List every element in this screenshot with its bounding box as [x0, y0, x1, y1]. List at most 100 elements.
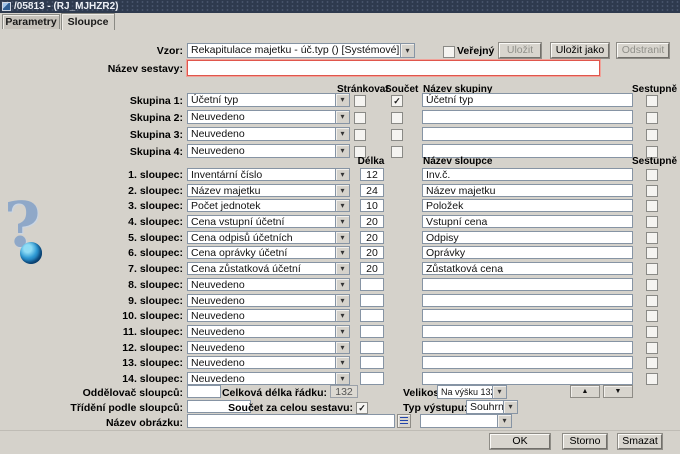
column-title-input[interactable]: Vstupní cena	[422, 215, 633, 228]
column-length-input[interactable]: 20	[360, 231, 384, 244]
sestupne-checkbox[interactable]	[646, 373, 658, 385]
column-value: Cena odpisů účetních	[188, 232, 335, 243]
column-title-input[interactable]	[422, 356, 633, 369]
column-title-input[interactable]	[422, 325, 633, 338]
group-select[interactable]: Účetní typ	[187, 93, 350, 107]
group-name-input[interactable]	[422, 127, 633, 141]
tab-parametry[interactable]: Parametry	[2, 14, 60, 29]
report-name-input[interactable]	[187, 60, 600, 76]
column-type-select[interactable]: Neuvedeno	[187, 356, 350, 369]
column-title-input[interactable]	[422, 341, 633, 354]
title-bar[interactable]: /05813 - (RJ_MJHZR2)	[0, 0, 680, 13]
move-up-button[interactable]: ▲	[570, 385, 600, 398]
column-type-select[interactable]: Cena vstupní účetní	[187, 215, 350, 228]
column-type-select[interactable]: Cena oprávky účetní	[187, 246, 350, 259]
sestupne-checkbox[interactable]	[646, 112, 658, 124]
strankovat-checkbox[interactable]	[354, 112, 366, 124]
sestupne-checkbox[interactable]	[646, 200, 658, 212]
column-length-input[interactable]	[360, 356, 384, 369]
column-title-input[interactable]: Oprávky	[422, 246, 633, 259]
column-title-input[interactable]	[422, 372, 633, 385]
group-name-input[interactable]	[422, 110, 633, 124]
column-type-select[interactable]: Neuvedeno	[187, 278, 350, 291]
column-length-input[interactable]: 10	[360, 199, 384, 212]
sestupne-checkbox[interactable]	[646, 129, 658, 141]
ok-button[interactable]: OK	[490, 434, 550, 449]
column-length-input[interactable]	[360, 278, 384, 291]
sestupne-checkbox[interactable]	[646, 326, 658, 338]
delete-template-button[interactable]: Odstranit	[617, 43, 669, 58]
sestupne-checkbox[interactable]	[646, 295, 658, 307]
column-length-input[interactable]: 20	[360, 246, 384, 259]
group-value: Účetní typ	[188, 94, 335, 106]
typ-vystupu-select[interactable]: Souhrn	[466, 400, 518, 414]
column-length-input[interactable]	[360, 309, 384, 322]
column-type-select[interactable]: Název majetku	[187, 184, 350, 197]
browse-image-button[interactable]	[397, 414, 411, 428]
soucet-checkbox[interactable]	[391, 112, 403, 124]
column-length-input[interactable]: 20	[360, 262, 384, 275]
vzor-select[interactable]: Rekapitulace majetku - úč.typ () [Systém…	[187, 43, 415, 58]
group-select[interactable]: Neuvedeno	[187, 127, 350, 141]
group-select[interactable]: Neuvedeno	[187, 144, 350, 158]
nazev-obrazku-input[interactable]	[187, 414, 395, 428]
save-button[interactable]: Uložit	[499, 43, 541, 58]
column-length-input[interactable]	[360, 325, 384, 338]
sestupne-checkbox[interactable]	[646, 279, 658, 291]
move-down-button[interactable]: ▼	[603, 385, 633, 398]
column-length-input[interactable]	[360, 372, 384, 385]
column-type-select[interactable]: Neuvedeno	[187, 341, 350, 354]
column-type-select[interactable]: Počet jednotek	[187, 199, 350, 212]
strankovat-checkbox[interactable]	[354, 95, 366, 107]
verejny-checkbox[interactable]	[443, 46, 455, 58]
velikost-select[interactable]: Na výšku 132 zn.	[437, 385, 507, 399]
save-as-button[interactable]: Uložit jako	[551, 43, 609, 58]
sestupne-checkbox[interactable]	[646, 95, 658, 107]
chevron-down-icon	[335, 128, 349, 140]
typ-vystupu-label: Typ výstupu:	[403, 402, 468, 414]
column-type-select[interactable]: Cena zůstatková účetní	[187, 262, 350, 275]
column-length-input[interactable]	[360, 341, 384, 354]
soucet-checkbox[interactable]	[391, 129, 403, 141]
sestupne-checkbox[interactable]	[646, 263, 658, 275]
smazat-button[interactable]: Smazat	[618, 434, 662, 449]
storno-button[interactable]: Storno	[563, 434, 607, 449]
column-length-input[interactable]	[360, 294, 384, 307]
strankovat-checkbox[interactable]	[354, 129, 366, 141]
sestupne-checkbox[interactable]	[646, 169, 658, 181]
sestupne-checkbox[interactable]	[646, 216, 658, 228]
column-length-input[interactable]: 12	[360, 168, 384, 181]
group-select[interactable]: Neuvedeno	[187, 110, 350, 124]
soucet-checkbox[interactable]	[391, 146, 403, 158]
column-type-select[interactable]: Neuvedeno	[187, 325, 350, 338]
image-select[interactable]	[420, 414, 512, 428]
sestupne-checkbox[interactable]	[646, 310, 658, 322]
image-select-value	[421, 415, 497, 427]
column-title-input[interactable]	[422, 309, 633, 322]
column-title-input[interactable]	[422, 278, 633, 291]
column-type-select[interactable]: Inventární číslo	[187, 168, 350, 181]
column-length-input[interactable]: 24	[360, 184, 384, 197]
column-title-input[interactable]: Odpisy	[422, 231, 633, 244]
column-length-input[interactable]: 20	[360, 215, 384, 228]
chevron-down-icon	[335, 373, 349, 384]
sestupne-checkbox[interactable]	[646, 357, 658, 369]
tab-sloupce[interactable]: Sloupce	[61, 13, 115, 30]
column-title-input[interactable]: Název majetku	[422, 184, 633, 197]
column-type-select[interactable]: Neuvedeno	[187, 372, 350, 385]
column-value: Neuvedeno	[188, 342, 335, 353]
column-type-select[interactable]: Neuvedeno	[187, 309, 350, 322]
soucet-sestava-checkbox[interactable]: ✓	[356, 402, 368, 414]
column-title-input[interactable]	[422, 294, 633, 307]
soucet-checkbox[interactable]: ✓	[391, 95, 403, 107]
column-type-select[interactable]: Neuvedeno	[187, 294, 350, 307]
sestupne-checkbox[interactable]	[646, 342, 658, 354]
column-title-input[interactable]: Zůstatková cena	[422, 262, 633, 275]
column-title-input[interactable]: Inv.č.	[422, 168, 633, 181]
group-name-input[interactable]: Účetní typ	[422, 93, 633, 107]
sestupne-checkbox[interactable]	[646, 247, 658, 259]
sestupne-checkbox[interactable]	[646, 232, 658, 244]
column-title-input[interactable]: Položek	[422, 199, 633, 212]
column-type-select[interactable]: Cena odpisů účetních	[187, 231, 350, 244]
sestupne-checkbox[interactable]	[646, 185, 658, 197]
